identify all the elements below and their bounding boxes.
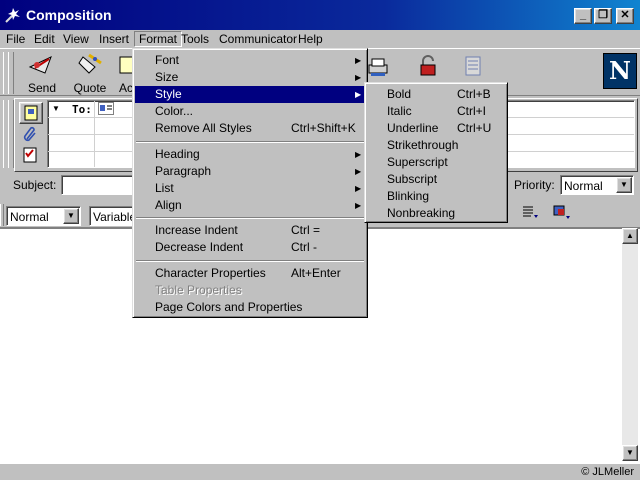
address-label: Ac (119, 81, 134, 95)
menu-item-underline[interactable]: Underline Ctrl+U (367, 120, 505, 137)
vertical-scrollbar[interactable]: ▲ ▼ (622, 228, 638, 461)
minimize-button[interactable]: _ (574, 8, 592, 24)
submenu-arrow-icon: ▶ (355, 184, 362, 193)
menu-item-table-properties: Table Properties (155, 283, 242, 297)
bullet-list-icon[interactable] (521, 205, 541, 224)
send-label: Send (27, 81, 57, 95)
send-button[interactable]: Send (19, 53, 65, 95)
submenu-arrow-icon: ▶ (355, 201, 362, 210)
menu-item-blinking[interactable]: Blinking (367, 188, 505, 205)
status-bar: © JLMeller (0, 463, 640, 480)
menu-item-increase-indent[interactable]: Increase Indent Ctrl = (135, 222, 365, 239)
security-lock-icon[interactable] (417, 55, 439, 80)
scroll-down-icon[interactable]: ▼ (622, 445, 638, 461)
title-bar[interactable]: Composition _ ❐ ✕ (0, 0, 640, 30)
menu-item-heading[interactable]: Heading ▶ (135, 146, 365, 163)
menu-item-superscript[interactable]: Superscript (367, 154, 505, 171)
formatbar-grip[interactable] (0, 204, 4, 226)
chevron-down-icon[interactable]: ▼ (63, 208, 79, 224)
options-checklist-icon (23, 147, 37, 163)
menu-help[interactable]: Help (294, 31, 327, 47)
menu-item-subscript[interactable]: Subscript (367, 171, 505, 188)
address-grip[interactable] (8, 100, 14, 168)
subject-input[interactable] (61, 175, 141, 195)
quote-label: Quote (73, 81, 107, 95)
options-tab-button[interactable] (19, 145, 43, 167)
menu-file[interactable]: File (2, 31, 29, 47)
menu-separator (136, 141, 364, 143)
paperclip-icon (23, 126, 36, 142)
menu-edit[interactable]: Edit (30, 31, 59, 47)
copyright-text: © JLMeller (581, 466, 634, 478)
paragraph-style-value: Normal (10, 210, 49, 224)
address-card-icon (24, 105, 38, 121)
menu-item-list[interactable]: List ▶ (135, 180, 365, 197)
style-submenu: Bold Ctrl+B Italic Ctrl+I Underline Ctrl… (364, 82, 508, 223)
menu-item-bold[interactable]: Bold Ctrl+B (367, 86, 505, 103)
submenu-arrow-icon: ▶ (355, 56, 362, 65)
menu-tools[interactable]: Tools (177, 31, 213, 47)
menu-item-font[interactable]: Font ▶ (135, 52, 365, 69)
menu-item-color[interactable]: Color... (135, 103, 365, 120)
scroll-up-icon[interactable]: ▲ (622, 228, 638, 244)
composer-app-icon[interactable] (4, 6, 22, 24)
menu-bar: File Edit View Insert Format Tools Commu… (0, 30, 640, 48)
toolbar-grip[interactable] (8, 52, 14, 94)
format-menu: Font ▶ Size ▶ Style ▶ Color... Remove Al… (132, 48, 368, 318)
window-title: Composition (26, 7, 112, 23)
submenu-arrow-icon: ▶ (355, 90, 362, 99)
quote-button[interactable]: Quote (67, 53, 113, 95)
attachment-tab-button[interactable] (19, 124, 43, 146)
menu-item-italic[interactable]: Italic Ctrl+I (367, 103, 505, 120)
chevron-down-icon[interactable]: ▼ (616, 177, 632, 193)
send-icon (28, 56, 52, 74)
address-button[interactable]: Ac (112, 53, 134, 95)
menu-separator (136, 260, 364, 262)
priority-value: Normal (564, 179, 603, 193)
menu-item-size[interactable]: Size ▶ (135, 69, 365, 86)
menu-view[interactable]: View (59, 31, 93, 47)
submenu-arrow-icon: ▶ (355, 150, 362, 159)
menu-item-character-properties[interactable]: Character Properties Alt+Enter (135, 265, 365, 282)
menu-item-style[interactable]: Style ▶ (135, 86, 365, 103)
close-button[interactable]: ✕ (616, 8, 634, 24)
address-tab-button[interactable] (19, 102, 43, 124)
font-value: Variable (93, 210, 133, 224)
maximize-button[interactable]: ❐ (594, 8, 612, 24)
priority-label: Priority: (514, 178, 555, 192)
menu-item-remove-all-styles[interactable]: Remove All Styles Ctrl+Shift+K (135, 120, 365, 137)
address-tabs (18, 100, 44, 168)
recipient-type-arrow-icon[interactable]: ▼ (52, 104, 60, 113)
address-book-icon (119, 56, 134, 74)
quote-icon (78, 53, 102, 74)
recipient-card-icon (98, 102, 114, 115)
subject-label: Subject: (13, 178, 57, 192)
paragraph-style-select[interactable]: Normal ▼ (6, 206, 81, 226)
menu-item-nonbreaking[interactable]: Nonbreaking (367, 205, 505, 222)
recipient-type-label[interactable]: To: (72, 103, 92, 116)
recipient-column-divider (94, 101, 95, 167)
menu-insert[interactable]: Insert (95, 31, 133, 47)
font-select[interactable]: Variable (89, 206, 133, 226)
menu-item-strikethrough[interactable]: Strikethrough (367, 137, 505, 154)
menu-item-decrease-indent[interactable]: Decrease Indent Ctrl - (135, 239, 365, 256)
menu-format[interactable]: Format (134, 31, 183, 47)
menu-separator (136, 217, 364, 219)
print-icon[interactable] (367, 57, 389, 80)
menu-item-align[interactable]: Align ▶ (135, 197, 365, 214)
menu-communicator[interactable]: Communicator (215, 31, 301, 47)
menu-item-paragraph[interactable]: Paragraph ▶ (135, 163, 365, 180)
submenu-arrow-icon: ▶ (355, 167, 362, 176)
submenu-arrow-icon: ▶ (355, 73, 362, 82)
netscape-logo: N (603, 53, 637, 89)
priority-select[interactable]: Normal ▼ (560, 175, 634, 195)
menu-item-page-colors[interactable]: Page Colors and Properties (135, 299, 365, 316)
stop-icon[interactable] (462, 55, 484, 80)
insert-object-icon[interactable] (552, 204, 574, 225)
